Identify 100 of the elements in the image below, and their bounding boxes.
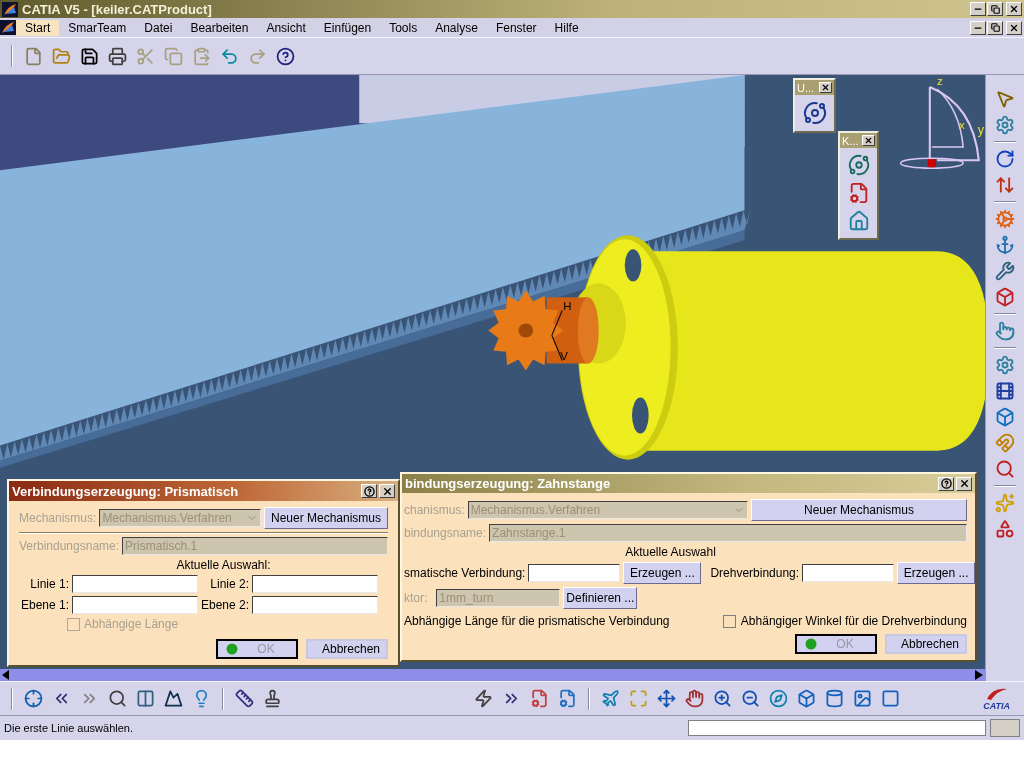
new-file-icon[interactable] [24, 46, 43, 66]
ruler-icon[interactable] [235, 689, 254, 708]
cube-icon[interactable] [995, 407, 1015, 427]
gear-icon[interactable] [995, 115, 1015, 135]
close-icon [864, 136, 873, 145]
pointer-icon[interactable] [995, 321, 1015, 341]
magnifier-icon[interactable] [995, 459, 1015, 479]
close-button[interactable] [1006, 2, 1022, 16]
folder-icon[interactable] [52, 46, 71, 66]
close-button[interactable] [862, 135, 875, 146]
help-button[interactable] [938, 476, 954, 491]
create-button[interactable]: Erzeugen ... [623, 562, 702, 584]
document-gear-icon[interactable] [530, 689, 549, 708]
input-field[interactable] [72, 596, 198, 614]
square-icon[interactable] [881, 689, 900, 708]
cog-icon[interactable] [995, 209, 1015, 229]
close-icon [1009, 22, 1019, 33]
wrench-icon[interactable] [995, 261, 1015, 281]
horizontal-scrollbar[interactable] [0, 669, 985, 681]
minimize-button[interactable] [970, 2, 986, 16]
field-label: Ebene 1: [19, 598, 69, 612]
house-icon[interactable] [847, 210, 870, 232]
close-button[interactable] [379, 484, 395, 498]
printer-icon[interactable] [108, 46, 127, 66]
updown-arrows-icon[interactable] [995, 175, 1015, 195]
save-icon[interactable] [80, 46, 99, 66]
restore-button[interactable] [987, 2, 1003, 16]
input-field[interactable] [528, 564, 621, 582]
cylinder-icon[interactable] [825, 689, 844, 708]
create-button[interactable]: Erzeugen ... [897, 562, 976, 584]
film-strip-icon[interactable] [995, 381, 1015, 401]
crosshair-icon[interactable] [24, 689, 43, 708]
zap-icon[interactable] [474, 689, 493, 708]
columns-icon[interactable] [136, 689, 155, 708]
magnifier-icon[interactable] [108, 689, 127, 708]
command-input[interactable] [688, 720, 986, 736]
close-button[interactable] [819, 82, 832, 93]
field-label: Drehverbindung: [710, 566, 800, 580]
checkbox[interactable] [722, 614, 736, 628]
orbit-icon[interactable] [802, 101, 827, 125]
compass-icon[interactable] [769, 689, 788, 708]
pointer-icon[interactable] [995, 89, 1015, 109]
menu-item[interactable]: Ansicht [257, 19, 315, 36]
menu-item[interactable]: Start [16, 19, 60, 36]
zoom-in-icon[interactable] [713, 689, 732, 708]
menu-item[interactable]: Analyse [426, 19, 487, 36]
zoom-out-icon[interactable] [741, 689, 760, 708]
help-button[interactable] [361, 484, 377, 498]
field-label: Linie 1: [29, 577, 69, 591]
dialog-title: Verbindungserzeugung: Prismatisch [12, 483, 240, 499]
document-gear-icon[interactable] [847, 182, 870, 204]
document-gear-icon[interactable] [558, 689, 577, 708]
cancel-button[interactable]: Abbrechen [885, 634, 967, 654]
field-label: Ebene 2: [201, 598, 249, 612]
input-field[interactable] [252, 575, 378, 593]
rotate-arrow-icon[interactable] [995, 149, 1015, 169]
cube-icon[interactable] [797, 689, 816, 708]
field-label: Verbindungsname: [19, 539, 120, 553]
move-arrows-icon[interactable] [657, 689, 676, 708]
menu-item[interactable]: Einfügen [314, 19, 381, 36]
status-message: Die erste Linie auswählen. [4, 722, 135, 734]
minimize-button[interactable] [970, 20, 986, 35]
status-button[interactable] [990, 719, 1020, 737]
menu-item[interactable]: Hilfe [545, 19, 588, 36]
menu-item[interactable]: Fenster [486, 19, 546, 36]
restore-icon [990, 4, 1000, 14]
gear-icon[interactable] [995, 355, 1015, 375]
close-button[interactable] [956, 476, 972, 491]
field-label: Mechanismus: [19, 511, 97, 525]
input-field[interactable] [252, 596, 378, 614]
cancel-button[interactable]: Abbrechen [306, 639, 388, 659]
mountain-icon[interactable] [164, 689, 183, 708]
input-field[interactable] [802, 564, 895, 582]
app-logo-icon [0, 20, 16, 35]
close-button[interactable] [1006, 20, 1022, 35]
menu-item[interactable]: SmarTeam [59, 19, 136, 36]
menu-item[interactable]: Tools [380, 19, 427, 36]
input-field[interactable] [72, 575, 198, 593]
restore-button[interactable] [987, 20, 1003, 35]
magnet-icon[interactable] [995, 433, 1015, 453]
anchor-icon[interactable] [995, 235, 1015, 255]
menu-item[interactable]: Bearbeiten [181, 19, 258, 36]
menu-item[interactable]: Datei [135, 19, 182, 36]
marker-label: V [560, 350, 568, 363]
toolbar-title: U... [797, 81, 815, 94]
close-icon [821, 83, 830, 92]
undo-icon[interactable] [220, 46, 239, 66]
scroll-right-icon[interactable] [975, 670, 983, 680]
help-icon[interactable] [276, 46, 295, 66]
scroll-left-icon[interactable] [2, 670, 10, 680]
stamp-icon[interactable] [263, 689, 282, 708]
toolbar-title: K... [842, 134, 859, 147]
cube-icon[interactable] [995, 287, 1015, 307]
marker-label: H [563, 300, 572, 313]
shapes-icon[interactable] [995, 519, 1015, 539]
section-heading: Aktuelle Auswahl: [176, 558, 271, 572]
hand-icon[interactable] [685, 689, 704, 708]
dialog-title: bindungserzeugung: Zahnstange [405, 476, 612, 491]
field-label: chanismus: [404, 503, 465, 517]
plane-icon[interactable] [601, 689, 620, 708]
